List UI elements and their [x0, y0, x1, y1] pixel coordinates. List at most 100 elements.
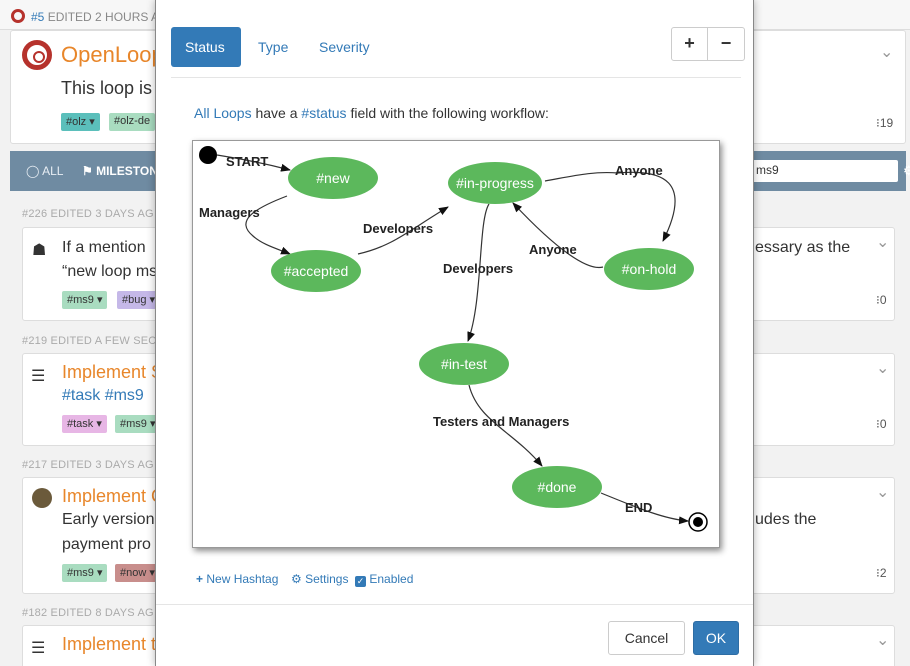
tag-ms9[interactable]: #ms9 ▾ [62, 564, 108, 582]
tag-olz[interactable]: #olz ▾ [61, 113, 100, 131]
workflow-modal: Status Type Severity + − All Loops have … [155, 0, 754, 666]
footer-divider [156, 604, 753, 605]
edge-label-developers: Developers [363, 221, 433, 236]
desc-text: have a [251, 105, 302, 121]
tag-label: #task [67, 418, 94, 430]
node-label-on-hold: #on-hold [622, 261, 677, 277]
filter-all[interactable]: ◯ ALL [26, 164, 63, 178]
item-text-right: essary as the [755, 239, 851, 256]
ok-button[interactable]: OK [693, 621, 739, 655]
checkbox-checked-icon: ✓ [355, 576, 366, 587]
tag-ms9[interactable]: #ms9 ▾ [115, 415, 161, 433]
item-text-3: payment pro [62, 536, 151, 553]
chevron-down-icon[interactable]: ⌄ [880, 42, 893, 62]
edge-inprogress-onhold [544, 171, 676, 242]
tag-task[interactable]: #task ▾ [62, 415, 107, 433]
avatar [32, 488, 52, 508]
chevron-down-icon[interactable]: ⌄ [876, 482, 889, 502]
chevron-down-icon[interactable]: ⌄ [876, 232, 889, 252]
item-text: Early version [62, 511, 155, 528]
tag-label: #ms9 [67, 567, 94, 579]
enabled-checkbox[interactable]: ✓ Enabled [355, 572, 413, 587]
item-text-right: udes the [755, 511, 817, 528]
tag-olz-de[interactable]: #olz-de [109, 113, 156, 131]
comment-count: ⁝0 [876, 417, 887, 431]
openloop-logo-large-icon [22, 40, 52, 70]
item-meta: #226 EDITED 3 DAYS AG [22, 208, 154, 220]
enabled-label: Enabled [369, 572, 414, 586]
comment-count: ⁝0 [876, 293, 887, 307]
all-loops-link[interactable]: All Loops [194, 105, 252, 121]
search-input[interactable]: ms9 [750, 160, 898, 182]
edge-label-start: START [226, 154, 268, 169]
edge-label-anyone: Anyone [615, 163, 663, 178]
tag-now[interactable]: #now ▾ [115, 564, 160, 582]
item-text-2: “new loop ms [62, 263, 158, 280]
divider [171, 77, 741, 78]
chevron-down-icon[interactable]: ⌄ [876, 630, 889, 650]
start-node [199, 146, 217, 164]
item-title[interactable]: Implement S [62, 362, 163, 383]
item-meta: #219 EDITED A FEW SEC [22, 335, 157, 347]
tag-bug[interactable]: #bug ▾ [117, 291, 161, 309]
tab-status[interactable]: Status [171, 27, 241, 67]
item-meta: #182 EDITED 8 DAYS AG [22, 607, 154, 619]
tag-label: #now [120, 567, 147, 579]
item-title[interactable]: Implement C [62, 486, 164, 507]
filter-milestone[interactable]: ⚑ MILESTONE [82, 164, 166, 178]
item-meta: #217 EDITED 3 DAYS AG [22, 459, 154, 471]
server-icon: ☰ [31, 640, 46, 657]
end-node-inner [693, 517, 703, 527]
node-label-in-progress: #in-progress [456, 175, 534, 191]
gear-icon: ⚙ [291, 572, 302, 586]
filter-all-label: ALL [42, 164, 64, 178]
edge-label-developers-2: Developers [443, 261, 513, 276]
new-hashtag-link[interactable]: + New Hashtag [196, 572, 278, 586]
node-label-in-test: #in-test [441, 356, 487, 372]
edge-label-anyone-2: Anyone [529, 242, 577, 257]
openloop-logo-icon [11, 9, 25, 23]
node-label-accepted: #accepted [284, 263, 349, 279]
item-title[interactable]: Implement t [62, 634, 156, 655]
edge-onhold-inprogress [512, 202, 604, 269]
comment-count-value: 0 [879, 417, 887, 431]
workflow-description: All Loops have a #status field with the … [194, 105, 549, 121]
tag-label: #ms9 [67, 294, 94, 306]
comment-count: ⁝2 [876, 566, 887, 580]
edge-label-managers: Managers [199, 205, 260, 220]
zoom-out-button[interactable]: − [708, 28, 744, 60]
chevron-down-icon[interactable]: ⌄ [876, 358, 889, 378]
comment-count-value: 2 [879, 566, 887, 580]
state-nodes [271, 157, 694, 508]
node-label-new: #new [316, 170, 350, 186]
tag-label: #olz-de [114, 115, 151, 127]
tag-ms9[interactable]: #ms9 ▾ [62, 291, 108, 309]
gear-icon[interactable]: ⚙ [903, 163, 910, 179]
comment-count-value: 19 [879, 116, 894, 130]
edited-text: EDITED 2 HOURS A [47, 10, 160, 24]
item-text: If a mention [62, 239, 146, 256]
comment-count: ⁝19 [876, 116, 894, 130]
tab-severity[interactable]: Severity [305, 27, 384, 67]
settings-label: Settings [305, 572, 349, 586]
settings-link[interactable]: ⚙ Settings [291, 572, 348, 586]
cancel-button[interactable]: Cancel [608, 621, 685, 655]
tag-label: #bug [122, 294, 147, 306]
item-hashtags[interactable]: #task #ms9 [62, 387, 144, 405]
new-hashtag-label: New Hashtag [206, 572, 279, 586]
node-label-done: #done [538, 479, 577, 495]
zoom-controls: + − [671, 27, 745, 61]
bug-icon: ☗ [32, 242, 47, 259]
tag-label: #olz [66, 116, 87, 128]
main-loop-title[interactable]: OpenLoop [61, 42, 164, 68]
main-loop-subtitle: This loop is [61, 78, 153, 98]
workflow-diagram: #new #accepted #in-progress #on-hold #in… [192, 140, 720, 548]
loop-number[interactable]: #5 [31, 10, 44, 24]
top-bar-meta: #5 EDITED 2 HOURS A [31, 10, 159, 24]
tab-type[interactable]: Type [244, 27, 302, 67]
edge-label-testers: Testers and Managers [433, 414, 569, 429]
comment-count-value: 0 [879, 293, 887, 307]
zoom-in-button[interactable]: + [672, 28, 708, 60]
status-hashtag-link[interactable]: #status [301, 105, 346, 121]
workflow-graph: #new #accepted #in-progress #on-hold #in… [199, 146, 708, 532]
